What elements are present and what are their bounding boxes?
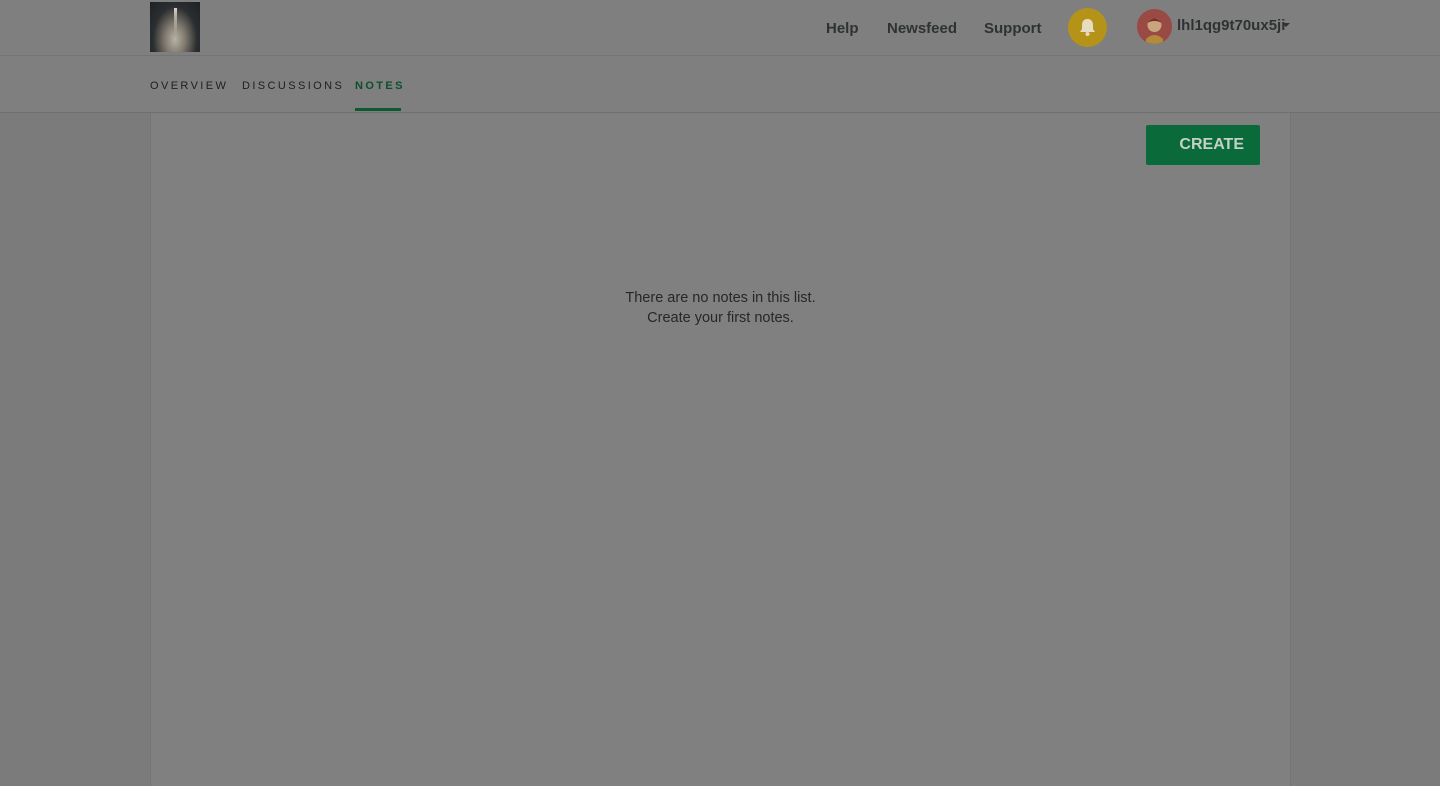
nav-link-support[interactable]: Support bbox=[984, 20, 1042, 37]
caret-down-icon[interactable] bbox=[1282, 23, 1290, 27]
nav-link-help[interactable]: Help bbox=[826, 20, 859, 37]
notes-panel: CREATE There are no notes in this list. … bbox=[150, 113, 1291, 786]
user-menu-name[interactable]: lhl1qg9t70ux5ji bbox=[1177, 17, 1285, 34]
top-navigation-bar: Help Newsfeed Support lhl1qg9t70ux5ji bbox=[0, 0, 1440, 56]
create-button[interactable]: CREATE bbox=[1146, 125, 1260, 165]
notifications-button[interactable] bbox=[1068, 8, 1107, 47]
user-avatar[interactable] bbox=[1137, 9, 1172, 44]
bell-icon bbox=[1080, 19, 1095, 36]
empty-state-message: There are no notes in this list. Create … bbox=[151, 288, 1290, 328]
tab-notes[interactable]: NOTES bbox=[355, 80, 405, 92]
section-tabs: OVERVIEW DISCUSSIONS NOTES bbox=[0, 56, 1440, 113]
nav-link-newsfeed[interactable]: Newsfeed bbox=[887, 20, 957, 37]
avatar-image bbox=[1137, 9, 1172, 44]
rocket-streak bbox=[174, 8, 177, 36]
empty-state-line-1: There are no notes in this list. bbox=[625, 290, 816, 306]
tab-discussions[interactable]: DISCUSSIONS bbox=[242, 80, 344, 92]
empty-state-line-2: Create your first notes. bbox=[647, 310, 794, 326]
tab-overview[interactable]: OVERVIEW bbox=[150, 80, 228, 92]
active-tab-indicator bbox=[355, 108, 401, 111]
app-logo[interactable] bbox=[150, 2, 200, 52]
